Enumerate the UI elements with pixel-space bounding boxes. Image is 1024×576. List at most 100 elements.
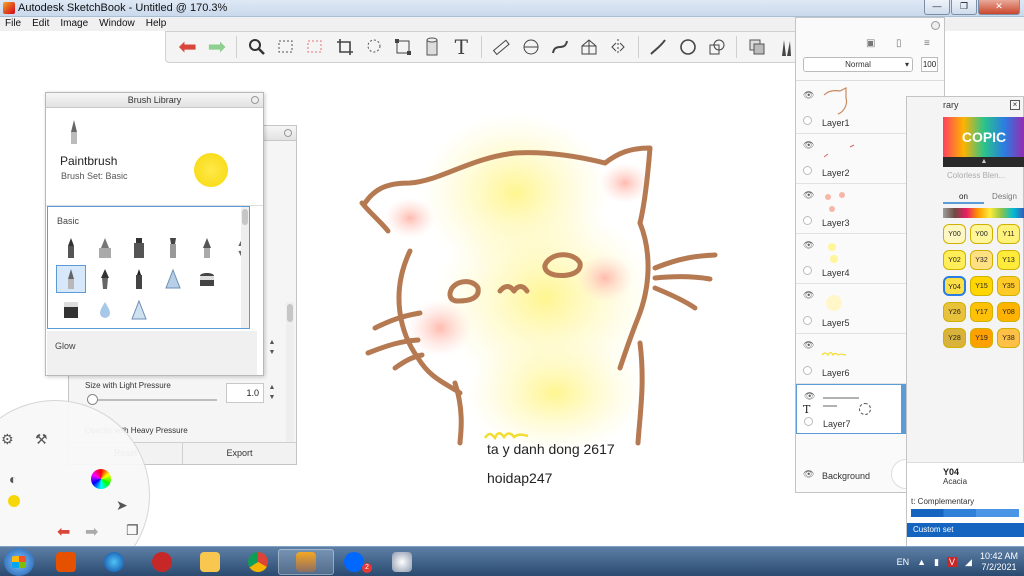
copic-swatch[interactable]: Y28 <box>943 328 966 348</box>
brush-sharpen-icon[interactable] <box>124 296 154 324</box>
brush-smudge-icon[interactable] <box>158 265 188 293</box>
fill-icon[interactable] <box>420 35 443 59</box>
zoom-icon[interactable] <box>245 35 268 59</box>
panel-close-dot[interactable] <box>931 21 940 30</box>
stepper-upper[interactable]: ▲ ▼ <box>267 338 277 358</box>
close-icon[interactable]: × <box>1010 100 1020 110</box>
text-icon[interactable]: T <box>450 35 473 59</box>
menu-help[interactable]: Help <box>146 17 167 31</box>
deselect-icon[interactable] <box>304 35 327 59</box>
copic-swatch[interactable]: Y04 <box>943 276 966 296</box>
copic-swatch[interactable]: Y00 <box>943 224 966 244</box>
copic-swatch[interactable]: Y02 <box>943 250 966 270</box>
eye-icon[interactable]: 👁 <box>803 340 814 351</box>
panel-close-dot[interactable] <box>284 129 292 137</box>
layer-lock-radio[interactable] <box>803 116 812 125</box>
antivirus-icon[interactable]: V <box>947 557 958 567</box>
brush-grid-scrollbar[interactable] <box>241 207 249 328</box>
volume-icon[interactable]: ◢ <box>965 557 972 568</box>
crop-icon[interactable] <box>333 35 356 59</box>
copic-swatch[interactable]: Y13 <box>997 250 1020 270</box>
start-button[interactable] <box>4 548 34 576</box>
eye-icon[interactable]: 👁 <box>803 90 814 101</box>
lagoon-undo-icon[interactable]: ⬅ <box>57 522 70 542</box>
stroke-icon[interactable] <box>647 35 670 59</box>
panel-close-dot[interactable] <box>251 96 259 104</box>
layer-lock-radio[interactable] <box>803 166 812 175</box>
copic-search-field[interactable]: Colorless Blen... <box>943 169 1024 183</box>
symmetry-icon[interactable] <box>607 35 630 59</box>
lasso-icon[interactable] <box>362 35 385 59</box>
copic-swatch[interactable]: Y08 <box>997 302 1020 322</box>
pointer-icon[interactable]: ➤ <box>116 497 128 514</box>
size-light-slider-knob[interactable] <box>87 394 98 405</box>
minimize-button[interactable]: — <box>924 0 950 15</box>
blend-mode-select[interactable]: Normal <box>803 57 913 72</box>
puck-icon[interactable]: ◐ <box>9 471 17 487</box>
copic-swatch[interactable]: Y11 <box>997 224 1020 244</box>
copic-swatch[interactable]: Y32 <box>970 250 993 270</box>
brush-inkpen-icon[interactable] <box>192 234 222 262</box>
properties-scroll-thumb[interactable] <box>287 304 293 322</box>
layer-menu-icon[interactable]: ≡ <box>924 38 930 49</box>
layer-lock-radio[interactable] <box>803 216 812 225</box>
copic-dropdown-toggle[interactable]: ▲ <box>943 157 1024 167</box>
copic-swatch[interactable]: Y15 <box>970 276 993 296</box>
brush-chisel-icon[interactable] <box>158 234 188 262</box>
undo-icon[interactable]: ⬅ <box>176 34 199 59</box>
brush-hard-eraser-icon[interactable] <box>56 296 86 324</box>
lagoon-redo-icon[interactable]: ➡ <box>85 522 98 542</box>
brush-blur-icon[interactable] <box>90 296 120 324</box>
export-button[interactable]: Export <box>182 443 296 464</box>
taskbar-paint[interactable] <box>374 549 430 575</box>
brush-grid-scroll-thumb[interactable] <box>242 209 248 225</box>
brush-airbrush-icon[interactable] <box>90 234 120 262</box>
network-icon[interactable]: ▮ <box>934 557 939 568</box>
eye-icon[interactable]: 👁 <box>803 469 814 480</box>
tab-design[interactable]: Design <box>984 190 1024 204</box>
eye-icon[interactable]: 👁 <box>804 391 815 402</box>
lagoon-color-wheel-icon[interactable] <box>91 469 111 489</box>
layer-opacity[interactable]: 100 <box>921 57 938 72</box>
lagoon-color-dot[interactable] <box>8 495 20 507</box>
french-curve-icon[interactable] <box>548 35 571 59</box>
menu-edit[interactable]: Edit <box>32 17 49 31</box>
brush-pencil-icon[interactable] <box>56 234 86 262</box>
brush-technical-pen-icon[interactable] <box>124 265 154 293</box>
size-light-value[interactable]: 1.0 <box>226 383 264 403</box>
custom-set-button[interactable]: Custom set <box>907 523 1024 537</box>
copic-swatch[interactable]: Y00 <box>970 224 993 244</box>
complementary-colors-bar[interactable] <box>911 509 1019 517</box>
transform-handle-icon[interactable] <box>859 403 871 415</box>
copic-swatch[interactable]: Y17 <box>970 302 993 322</box>
copic-hue-strip[interactable] <box>943 208 1024 218</box>
eye-icon[interactable]: 👁 <box>803 190 814 201</box>
menu-image[interactable]: Image <box>60 17 88 31</box>
eye-icon[interactable]: 👁 <box>803 240 814 251</box>
add-layer-icon[interactable]: ▣ <box>866 38 875 49</box>
ellipse-icon[interactable] <box>519 35 542 59</box>
menu-window[interactable]: Window <box>99 17 135 31</box>
menu-file[interactable]: File <box>5 17 21 31</box>
copic-swatch[interactable]: Y35 <box>997 276 1020 296</box>
layer-lock-radio[interactable] <box>803 266 812 275</box>
copic-swatch[interactable]: Y19 <box>970 328 993 348</box>
copic-swatch[interactable]: Y38 <box>997 328 1020 348</box>
eye-icon[interactable]: 👁 <box>803 290 814 301</box>
maximize-button[interactable]: ❐ <box>951 0 977 15</box>
layer-lock-radio[interactable] <box>804 417 813 426</box>
ruler-icon[interactable] <box>490 35 513 59</box>
brush-paintbrush-icon[interactable] <box>56 265 86 293</box>
eye-icon[interactable]: 👁 <box>803 140 814 151</box>
brush-fountain-pen-icon[interactable] <box>90 265 120 293</box>
brush-tool-icon[interactable]: ⚒ <box>35 431 48 448</box>
copic-swatch[interactable]: Y26 <box>943 302 966 322</box>
system-clock[interactable]: 10:42 AM 7/2/2021 <box>980 551 1018 573</box>
properties-scrollbar[interactable] <box>286 302 294 452</box>
language-indicator[interactable]: EN <box>897 557 910 567</box>
size-light-stepper[interactable]: ▲ ▼ <box>267 383 277 403</box>
delete-layer-icon[interactable]: ▯ <box>896 38 902 49</box>
shape-icon[interactable] <box>705 35 728 59</box>
layer-lock-radio[interactable] <box>803 366 812 375</box>
copy-icon[interactable] <box>745 35 768 59</box>
